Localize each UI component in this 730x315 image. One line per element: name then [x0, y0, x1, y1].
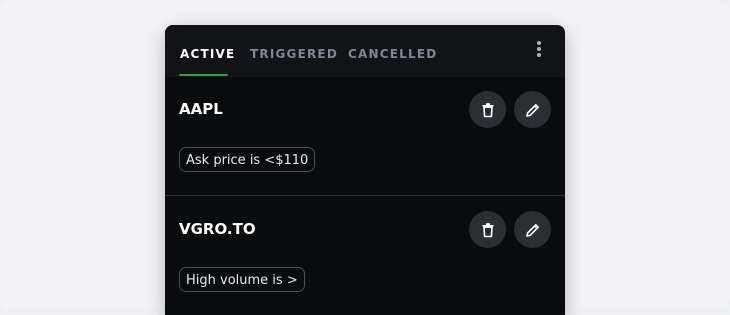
active-tab-indicator [179, 74, 228, 76]
alerts-panel: ACTIVE TRIGGERED CANCELLED AAPL Ask pric… [165, 25, 565, 315]
alert-symbol: VGRO.TO [179, 220, 256, 238]
edit-alert-button[interactable] [514, 91, 551, 128]
pencil-icon [525, 223, 539, 237]
more-vertical-icon[interactable] [531, 39, 547, 59]
tab-cancelled[interactable]: CANCELLED [348, 47, 437, 61]
alert-item: VGRO.TO High volume is > [165, 196, 565, 315]
pencil-icon [525, 103, 539, 117]
tab-active[interactable]: ACTIVE [180, 47, 235, 61]
delete-alert-button[interactable] [469, 91, 506, 128]
alert-condition-chip: High volume is > [179, 267, 305, 292]
delete-alert-button[interactable] [469, 211, 506, 248]
trash-icon [482, 102, 493, 117]
alert-item: AAPL Ask price is <$110 [165, 77, 565, 195]
page-background: ACTIVE TRIGGERED CANCELLED AAPL Ask pric… [0, 0, 730, 315]
alert-symbol: AAPL [179, 100, 223, 118]
tab-triggered[interactable]: TRIGGERED [250, 47, 338, 61]
trash-icon [482, 222, 493, 237]
tab-bar: ACTIVE TRIGGERED CANCELLED [165, 25, 565, 77]
alert-condition-chip: Ask price is <$110 [179, 147, 316, 172]
edit-alert-button[interactable] [514, 211, 551, 248]
